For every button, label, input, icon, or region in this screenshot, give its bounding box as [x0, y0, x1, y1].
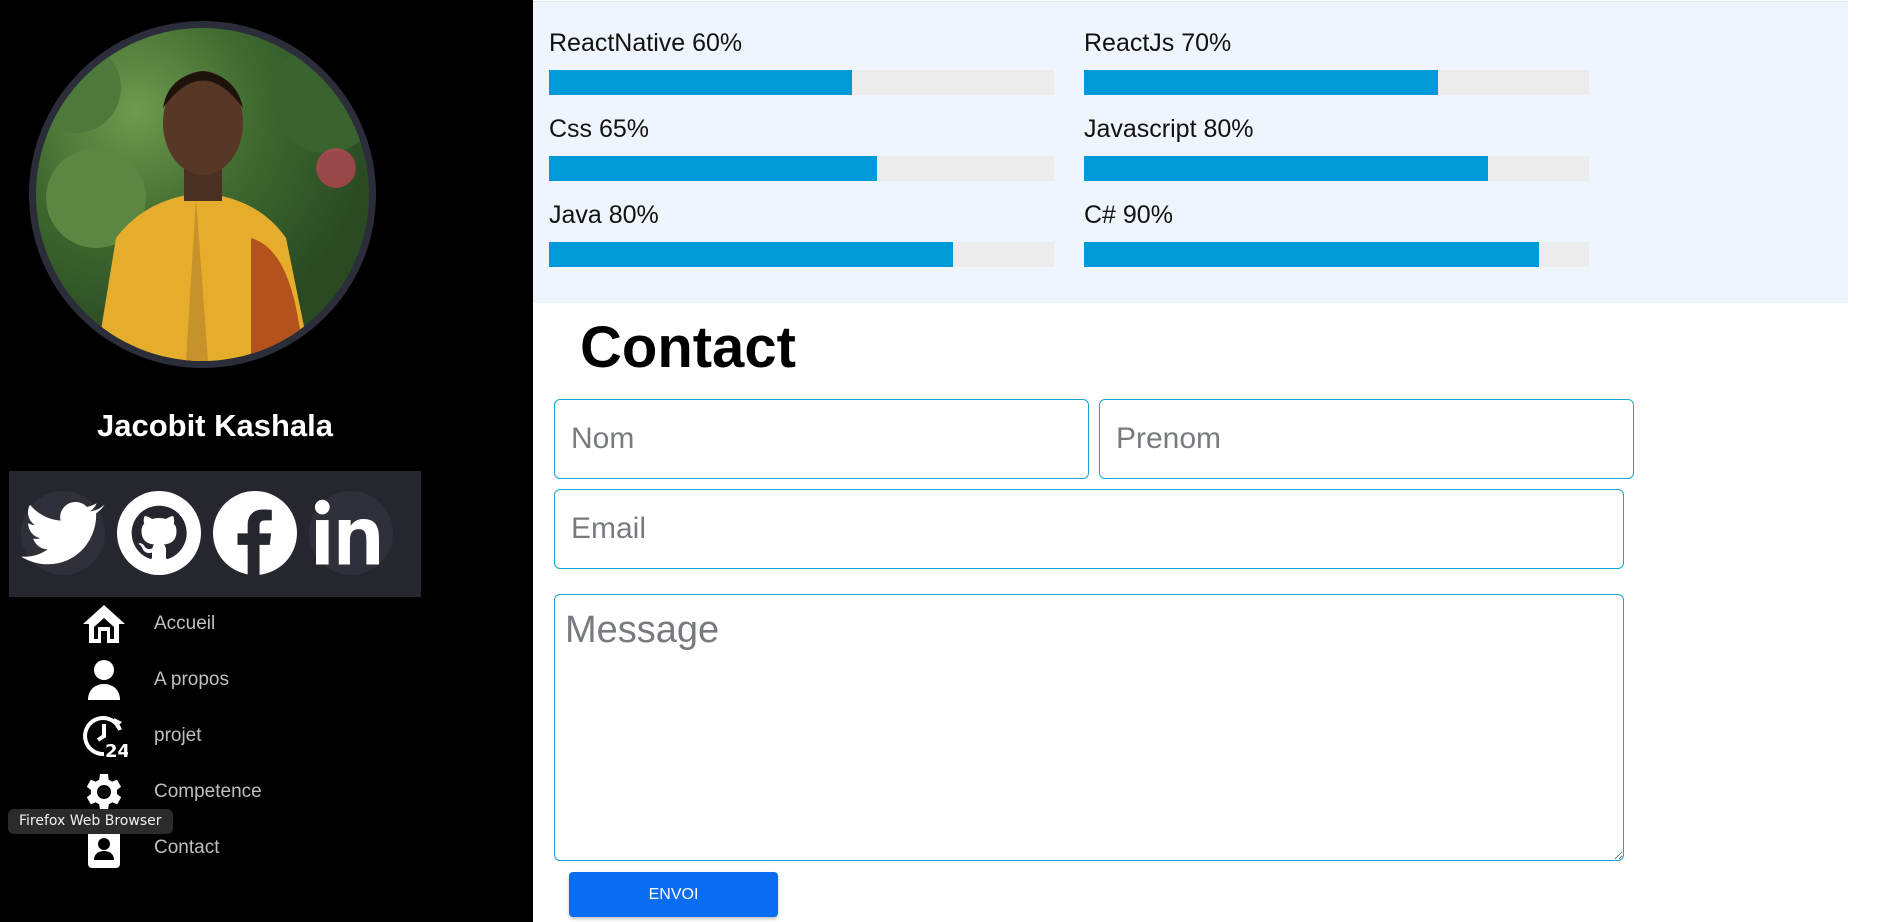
skill-item: Javascript 80% [1084, 112, 1589, 181]
skills-section: ReactNative 60% ReactJs 70% Css 65% Javascr… [533, 1, 1848, 303]
nav-label: Accueil [154, 613, 216, 634]
profile-avatar [29, 21, 376, 368]
linkedin-icon[interactable] [309, 491, 393, 575]
facebook-icon[interactable] [213, 491, 297, 575]
social-bar [9, 471, 421, 597]
skill-label: Javascript 80% [1084, 115, 1254, 143]
skill-progress-fill [549, 242, 953, 267]
github-icon[interactable] [117, 491, 201, 575]
skill-progress-track [1084, 242, 1589, 267]
skill-progress-track [549, 242, 1054, 267]
nav-label: A propos [154, 669, 229, 690]
skill-item: Css 65% [549, 112, 1054, 181]
twitter-icon[interactable] [21, 491, 105, 575]
svg-text:24: 24 [105, 741, 128, 760]
skill-label: ReactJs 70% [1084, 29, 1232, 57]
skill-progress-fill [1084, 242, 1539, 267]
skill-label: C# 90% [1084, 201, 1173, 229]
nav-item-projet[interactable]: 24 projet [80, 712, 380, 762]
home-icon [80, 600, 128, 648]
send-button[interactable]: ENVOI [569, 872, 778, 917]
nav-label: Competence [154, 781, 262, 802]
nav-item-accueil[interactable]: Accueil [80, 600, 380, 650]
profile-photo [36, 43, 369, 361]
skill-progress-fill [1084, 70, 1438, 95]
nav-item-a-propos[interactable]: A propos [80, 656, 380, 706]
message-textarea[interactable] [554, 594, 1624, 861]
browser-tooltip: Firefox Web Browser [8, 809, 173, 834]
skill-progress-track [1084, 70, 1589, 95]
skill-item: C# 90% [1084, 198, 1589, 267]
nav-label: Contact [154, 837, 220, 858]
nom-input[interactable] [554, 399, 1089, 479]
user-name: Jacobit Kashala [96, 408, 334, 443]
prenom-input[interactable] [1099, 399, 1634, 479]
skill-label: Java 80% [549, 201, 659, 229]
skill-label: Css 65% [549, 115, 650, 143]
skill-label: ReactNative 60% [549, 29, 743, 57]
skill-progress-track [549, 70, 1054, 95]
email-input[interactable] [554, 489, 1624, 569]
skill-item: ReactJs 70% [1084, 26, 1589, 95]
user-icon [80, 656, 128, 704]
clock-24-icon: 24 [80, 712, 128, 760]
nav-label: projet [154, 725, 202, 746]
skill-item: Java 80% [549, 198, 1054, 267]
skill-progress-fill [549, 156, 878, 181]
skill-progress-fill [549, 70, 852, 95]
skill-progress-track [1084, 156, 1589, 181]
skill-progress-fill [1084, 156, 1488, 181]
sidebar: Jacobit Kashala Accueil A propos 24 proj… [0, 0, 533, 922]
contact-title: Contact [580, 315, 796, 380]
skill-progress-track [549, 156, 1054, 181]
skill-item: ReactNative 60% [549, 26, 1054, 95]
